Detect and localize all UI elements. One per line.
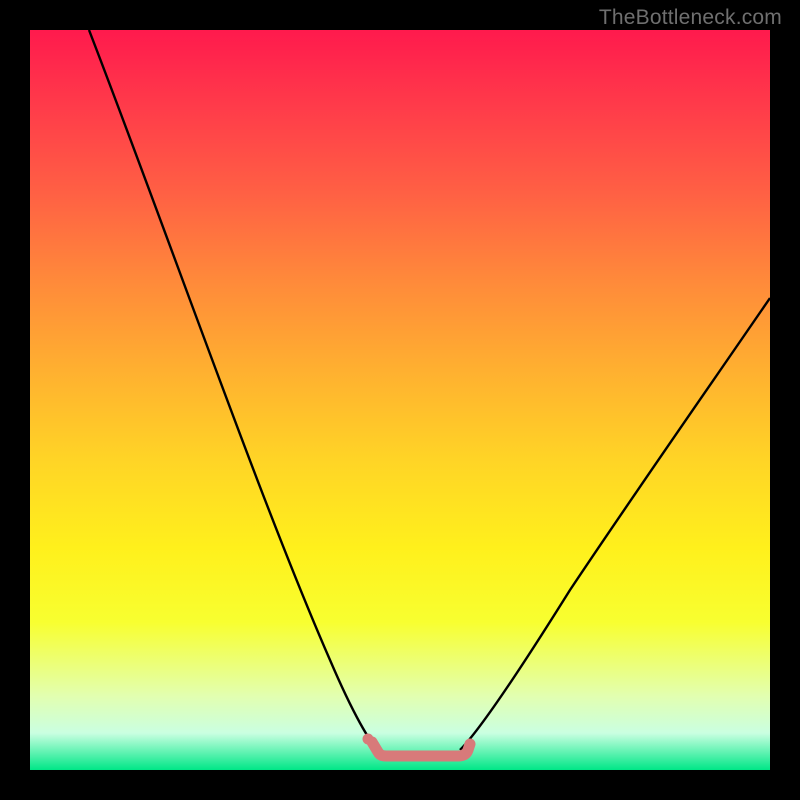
chart-frame: TheBottleneck.com <box>0 0 800 800</box>
right-curve <box>460 298 770 750</box>
bottom-flat-dot <box>363 734 374 745</box>
curve-layer <box>30 30 770 770</box>
left-curve <box>89 30 378 750</box>
bottom-flat-segment <box>372 742 470 756</box>
watermark-text: TheBottleneck.com <box>599 6 782 30</box>
plot-area <box>30 30 770 770</box>
